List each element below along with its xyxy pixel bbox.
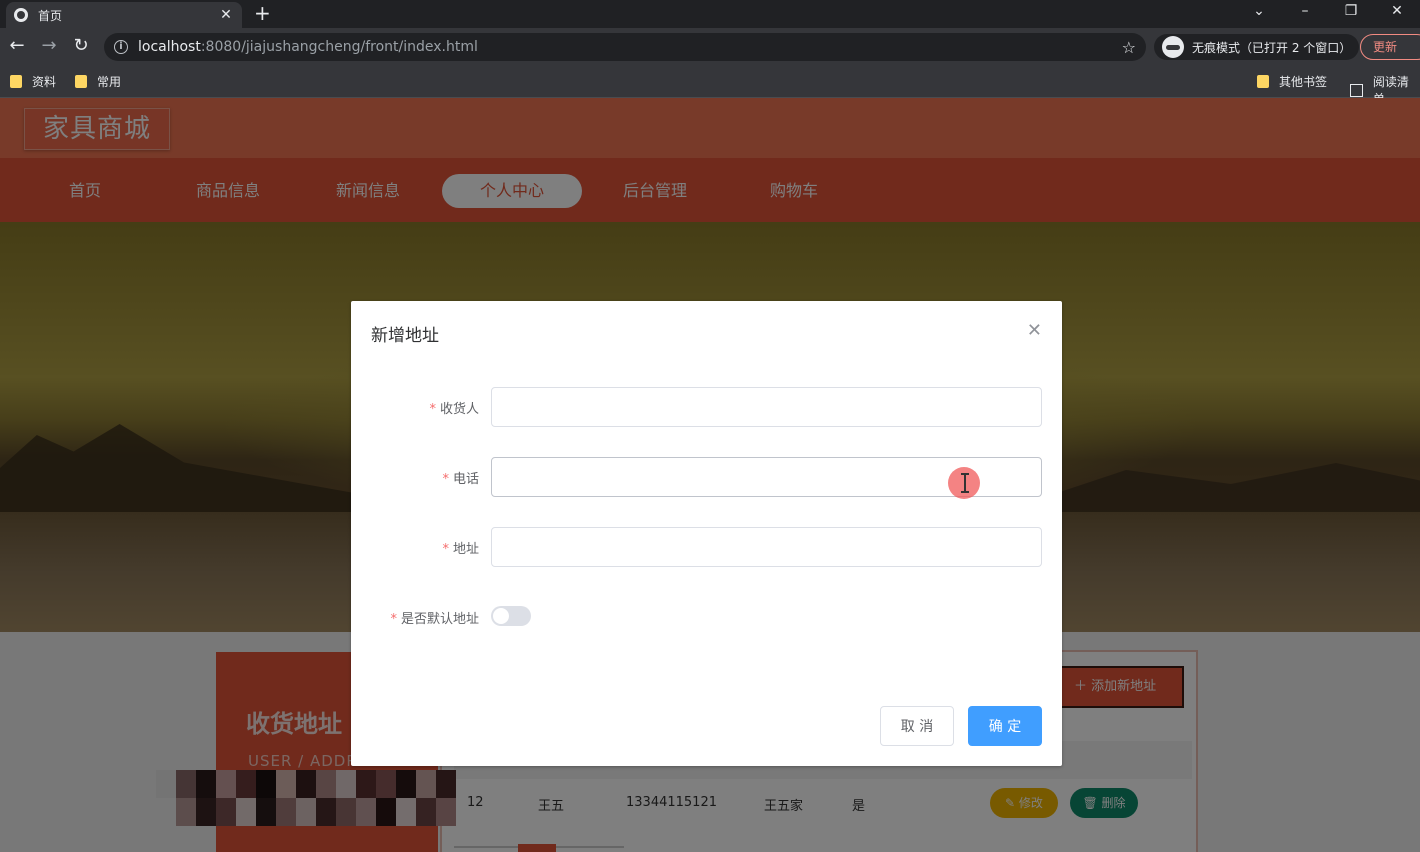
bookmark-label: 常用 (97, 75, 122, 89)
switch-knob (493, 608, 509, 624)
bookmark-folder[interactable]: 资料 (10, 73, 56, 90)
receiver-label: * 收货人 (429, 398, 479, 417)
address-label-text: 地址 (452, 542, 479, 557)
reading-list-icon (1350, 83, 1363, 97)
bookmarks-bar: 资料 常用 其他书签 阅读清单 (0, 66, 1420, 106)
bookmark-label: 其他书签 (1279, 75, 1328, 89)
incognito-indicator[interactable]: 无痕模式（已打开 2 个窗口） (1154, 34, 1360, 60)
info-icon[interactable]: i (114, 40, 128, 54)
bookmark-folder[interactable]: 常用 (75, 73, 121, 90)
required-mark: * (429, 402, 436, 417)
close-icon[interactable]: ✕ (1027, 321, 1042, 341)
default-label: * 是否默认地址 (390, 608, 479, 627)
globe-icon (14, 8, 28, 22)
required-mark: * (442, 472, 449, 487)
receiver-label-text: 收货人 (439, 402, 479, 417)
tab-search-icon[interactable]: ⌄ (1236, 0, 1282, 24)
default-address-switch[interactable] (491, 606, 531, 626)
update-button[interactable]: 更新 (1360, 34, 1420, 60)
tab-strip: 首页 ✕ + ⌄ – ❐ ✕ (0, 0, 1420, 28)
address-bar[interactable]: i localhost :8080/jiajushangcheng/front/… (104, 33, 1146, 61)
phone-label-text: 电话 (452, 472, 479, 487)
browser-tab[interactable]: 首页 ✕ (6, 2, 242, 28)
browser-toolbar: ← → ↻ i localhost :8080/jiajushangcheng/… (0, 28, 1420, 66)
other-bookmarks[interactable]: 其他书签 (1257, 73, 1327, 90)
back-icon[interactable]: ← (6, 36, 28, 56)
text-cursor-icon (961, 473, 969, 493)
address-input[interactable] (491, 527, 1042, 567)
minimize-icon[interactable]: – (1282, 0, 1328, 24)
folder-icon (1257, 75, 1269, 88)
folder-icon (75, 75, 87, 88)
page: 家具商城 首页 商品信息 新闻信息 个人中心 后台管理 购物车 收货地址 USE… (0, 98, 1420, 852)
receiver-input[interactable] (491, 387, 1042, 427)
new-tab-icon[interactable]: + (254, 2, 271, 24)
folder-icon (10, 75, 22, 88)
window-controls: ⌄ – ❐ ✕ (1236, 0, 1420, 24)
star-icon[interactable]: ☆ (1122, 38, 1136, 57)
dialog-title: 新增地址 (371, 326, 439, 346)
bookmark-label: 资料 (32, 75, 57, 89)
url-host: localhost (138, 39, 201, 55)
window-close-icon[interactable]: ✕ (1374, 0, 1420, 24)
forward-icon[interactable]: → (38, 36, 60, 56)
incognito-icon (1162, 36, 1184, 58)
confirm-button[interactable]: 确 定 (968, 706, 1042, 746)
url-path: :8080/jiajushangcheng/front/index.html (200, 39, 478, 55)
incognito-label: 无痕模式（已打开 2 个窗口） (1192, 40, 1352, 55)
reload-icon[interactable]: ↻ (70, 36, 92, 56)
cancel-button[interactable]: 取 消 (880, 706, 954, 746)
required-mark: * (390, 612, 397, 627)
address-label: * 地址 (442, 538, 479, 557)
tab-title: 首页 (38, 8, 63, 23)
close-icon[interactable]: ✕ (218, 7, 234, 23)
default-label-text: 是否默认地址 (400, 612, 479, 627)
add-address-dialog: 新增地址 ✕ * 收货人 * 电话 * 地址 * 是否默认地址 取 消 确 定 (351, 301, 1062, 766)
restore-icon[interactable]: ❐ (1328, 0, 1374, 24)
required-mark: * (442, 542, 449, 557)
phone-label: * 电话 (442, 468, 479, 487)
